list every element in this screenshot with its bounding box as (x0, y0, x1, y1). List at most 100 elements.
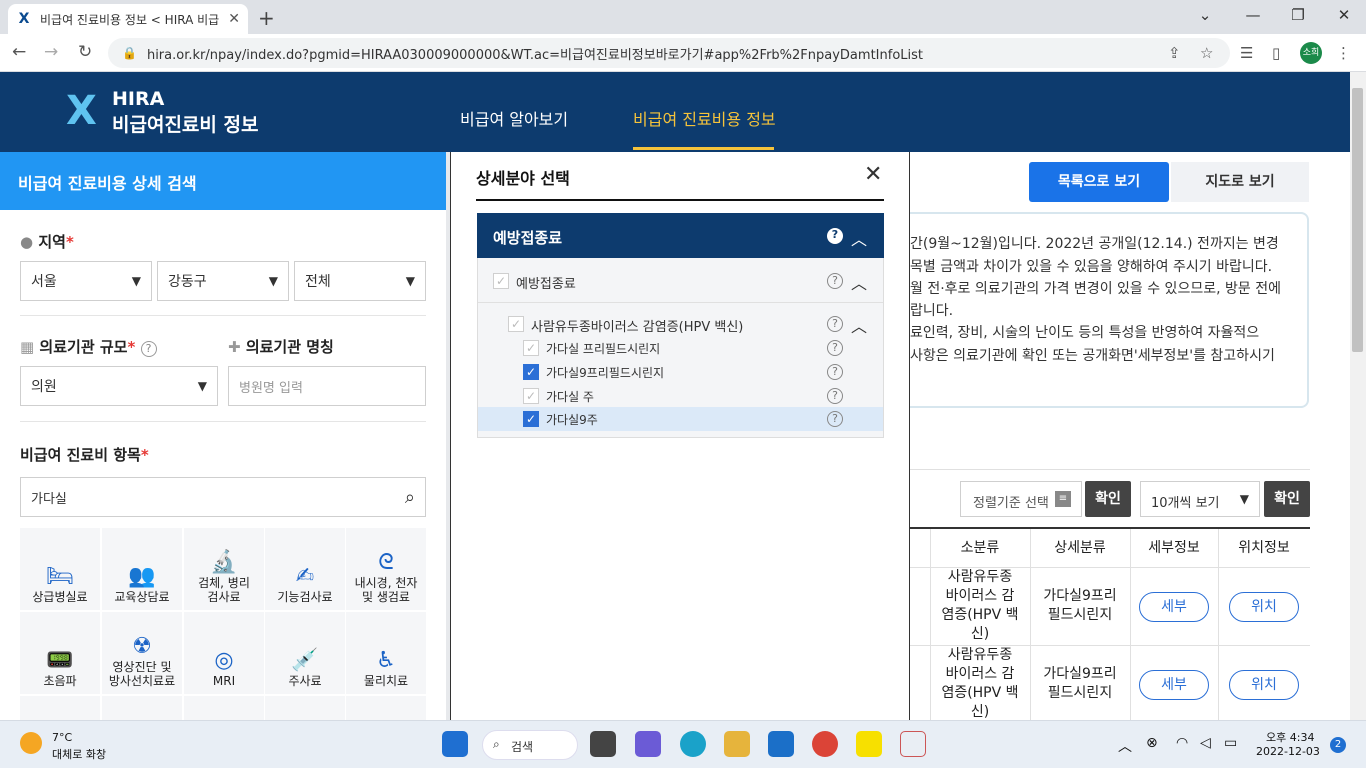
modal-close-icon[interactable]: ✕ (864, 162, 882, 187)
tree-item-label[interactable]: 가다실9프리필드시린지 (546, 364, 664, 381)
chevron-up-icon[interactable]: ︿ (851, 313, 867, 337)
new-tab-button[interactable]: + (258, 6, 275, 30)
taskbar-search[interactable]: ⌕ 검색 (482, 730, 578, 760)
teams-chat-icon[interactable] (635, 731, 661, 757)
help-icon[interactable]: ? (827, 228, 843, 244)
volume-icon[interactable]: ◁ (1200, 735, 1211, 751)
logo-text-title[interactable]: 비급여진료비 정보 (112, 110, 258, 137)
forward-icon[interactable]: → (44, 42, 58, 62)
category-physio[interactable]: ♿ 물리치료 (346, 612, 426, 694)
tab-close-icon[interactable]: ✕ (228, 11, 240, 27)
tree-item-label[interactable]: 가다실9주 (546, 411, 598, 428)
checkbox[interactable]: ✓ (493, 273, 509, 289)
weather-sun-icon[interactable] (20, 732, 42, 754)
tree-item-label[interactable]: 가다실 프리필드시린지 (546, 340, 660, 357)
sort-select[interactable]: 정렬기준 선택 ≡ (960, 481, 1082, 517)
chrome-icon[interactable] (812, 731, 838, 757)
category-header[interactable]: 예방접종료 (477, 213, 884, 258)
list-view-button[interactable]: 목록으로 보기 (1029, 162, 1169, 202)
window-close-icon[interactable]: ✕ (1334, 6, 1354, 24)
help-icon[interactable]: ? (827, 388, 843, 404)
help-icon[interactable]: ? (140, 341, 157, 357)
category-imaging[interactable]: ☢ 영상진단 및 방사선치료료 (102, 612, 182, 694)
nav-cost-info[interactable]: 비급여 진료비용 정보 (633, 106, 776, 130)
chevron-up-icon[interactable]: ︿ (851, 270, 867, 294)
checkbox-checked[interactable]: ✓ (523, 364, 539, 380)
checkbox-checked[interactable]: ✓ (523, 411, 539, 427)
hira-logo-icon[interactable]: X (66, 88, 102, 134)
category-ultrasound[interactable]: 📟 초음파 (20, 612, 100, 694)
reload-icon[interactable]: ↻ (78, 42, 92, 62)
category-education[interactable]: 👥 교육상담료 (102, 528, 182, 610)
tray-chevron-up-icon[interactable]: ︿ (1118, 736, 1132, 756)
tree-item-label[interactable]: 가다실 주 (546, 388, 594, 405)
location-button[interactable]: 위치 (1229, 592, 1299, 622)
tree-item-label[interactable]: 예방접종료 (516, 273, 576, 292)
edge-icon[interactable] (680, 731, 706, 757)
menu-dots-icon[interactable]: ⋮ (1336, 44, 1351, 62)
checkbox[interactable]: ✓ (523, 340, 539, 356)
region-city-select[interactable]: 서울 ▼ (20, 261, 152, 301)
detail-info-button[interactable]: 세부 (1139, 592, 1209, 622)
category-mri[interactable]: ◎ MRI (184, 612, 264, 694)
category-injection[interactable]: 💉 주사료 (265, 612, 345, 694)
kakaotalk-icon[interactable] (856, 731, 882, 757)
profile-avatar[interactable]: 소희 (1300, 42, 1322, 64)
category-more[interactable] (20, 696, 100, 720)
chevron-up-icon[interactable]: ︿ (851, 226, 867, 250)
weather-temp[interactable]: 7°C (52, 731, 72, 744)
back-icon[interactable]: ← (12, 42, 26, 62)
browser-tab[interactable]: X 비급여 진료비용 정보 < HIRA 비급 ✕ (8, 4, 248, 34)
tray-status-icon[interactable]: ⊗ (1146, 735, 1158, 751)
category-function-test[interactable]: ✍ 기능검사료 (265, 528, 345, 610)
sort-confirm-button[interactable]: 확인 (1085, 481, 1131, 517)
category-more[interactable] (346, 696, 426, 720)
help-icon[interactable]: ? (827, 411, 843, 427)
address-bar[interactable]: 🔒 hira.or.kr/npay/index.do?pgmid=HIRAA03… (108, 38, 1230, 68)
category-more[interactable] (265, 696, 345, 720)
search-icon[interactable]: ⌕ (405, 487, 415, 508)
weather-desc[interactable]: 대체로 화창 (52, 746, 106, 762)
reading-list-icon[interactable]: ☰ (1240, 44, 1253, 62)
mail-icon[interactable] (768, 731, 794, 757)
per-page-confirm-button[interactable]: 확인 (1264, 481, 1310, 517)
share-icon[interactable]: ⇪ (1168, 44, 1181, 62)
wifi-icon[interactable]: ◠ (1176, 735, 1188, 751)
region-district-select[interactable]: 강동구 ▼ (157, 261, 289, 301)
institution-name-input[interactable]: 병원명 입력 (228, 366, 426, 406)
per-page-select[interactable]: 10개씩 보기 ▼ (1140, 481, 1260, 517)
checkbox[interactable]: ✓ (508, 316, 524, 332)
location-button[interactable]: 위치 (1229, 670, 1299, 700)
tab-search-icon[interactable]: ⌄ (1195, 6, 1215, 24)
category-more[interactable] (184, 696, 264, 720)
bookmark-star-icon[interactable]: ☆ (1200, 44, 1213, 62)
help-icon[interactable]: ? (827, 316, 843, 332)
battery-icon[interactable]: ▭ (1224, 735, 1237, 751)
nav-about-noncovered[interactable]: 비급여 알아보기 (460, 106, 568, 130)
category-pathology[interactable]: 🔬 검체, 병리 검사료 (184, 528, 264, 610)
help-icon[interactable]: ? (827, 340, 843, 356)
scale-select[interactable]: 의원 ▼ (20, 366, 218, 406)
task-view-icon[interactable] (590, 731, 616, 757)
clock-date[interactable]: 2022-12-03 (1256, 745, 1320, 758)
logo-text-hira[interactable]: HIRA (112, 88, 164, 110)
region-town-select[interactable]: 전체 ▼ (294, 261, 426, 301)
minimize-icon[interactable]: — (1243, 6, 1263, 24)
detail-info-button[interactable]: 세부 (1139, 670, 1209, 700)
category-ward-fee[interactable]: 🛏 상급병실료 (20, 528, 100, 610)
notification-badge[interactable]: 2 (1330, 737, 1346, 753)
category-more[interactable] (102, 696, 182, 720)
category-endoscopy[interactable]: ᘓ 내시경, 천자 및 생검료 (346, 528, 426, 610)
item-search-input[interactable]: 가다실 ⌕ (20, 477, 426, 517)
help-icon[interactable]: ? (827, 364, 843, 380)
clock-time[interactable]: 오후 4:34 (1266, 729, 1314, 745)
help-icon[interactable]: ? (827, 273, 843, 289)
snipping-tool-icon[interactable] (900, 731, 926, 757)
map-view-button[interactable]: 지도로 보기 (1171, 162, 1309, 202)
windows-start-icon[interactable] (442, 731, 468, 757)
page-scrollbar-thumb[interactable] (1352, 88, 1363, 352)
tree-item-label[interactable]: 사람유두종바이러스 감염증(HPV 백신) (531, 316, 743, 335)
side-panel-icon[interactable]: ▯ (1272, 44, 1280, 62)
file-explorer-icon[interactable] (724, 731, 750, 757)
checkbox[interactable]: ✓ (523, 388, 539, 404)
